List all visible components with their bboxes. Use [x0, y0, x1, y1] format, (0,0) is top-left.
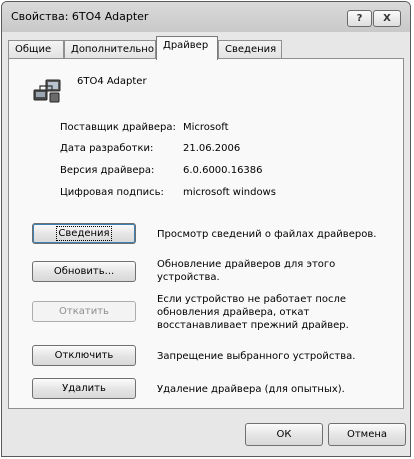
tab-strip: Общие Дополнительно Драйвер Сведения [8, 36, 404, 60]
tab-driver[interactable]: Драйвер [156, 36, 218, 60]
ok-button[interactable]: ОК [245, 423, 323, 446]
driver-version-label: Версия драйвера: [60, 165, 155, 176]
cancel-button[interactable]: Отмена [328, 423, 406, 446]
driver-provider-value: Microsoft [183, 122, 229, 133]
uninstall-driver-button[interactable]: Удалить [32, 378, 136, 399]
digital-signer-value: microsoft windows [183, 187, 276, 198]
driver-date-label: Дата разработки: [60, 143, 154, 154]
disable-device-button[interactable]: Отключить [32, 345, 136, 366]
device-name: 6TO4 Adapter [77, 76, 147, 87]
driver-provider-label: Поставщик драйвера: [60, 122, 176, 133]
roll-back-driver-desc: Если устройство не работает после обновл… [157, 294, 349, 331]
tab-advanced[interactable]: Дополнительно [64, 40, 156, 59]
disable-device-desc: Запрещение выбранного устройства. [157, 351, 356, 362]
driver-details-label: Сведения [56, 226, 112, 241]
tab-details[interactable]: Сведения [218, 40, 282, 59]
close-button[interactable]: X [373, 10, 401, 27]
uninstall-driver-desc: Удаление драйвера (для опытных). [157, 384, 345, 395]
properties-dialog: Свойства: 6TO4 Adapter ? X Общие Дополни… [1, 1, 411, 457]
driver-details-desc: Просмотр сведений о файлах драйверов. [157, 229, 377, 240]
update-driver-button[interactable]: Обновить... [32, 261, 136, 282]
driver-version-value: 6.0.6000.16386 [183, 165, 263, 176]
tab-general[interactable]: Общие [8, 40, 64, 59]
network-adapter-icon [33, 79, 61, 103]
driver-date-value: 21.06.2006 [183, 143, 241, 154]
roll-back-driver-button[interactable]: Откатить [32, 301, 136, 322]
title-bar[interactable]: Свойства: 6TO4 Adapter ? X [2, 2, 410, 32]
window-title: Свойства: 6TO4 Adapter [11, 10, 149, 23]
help-button[interactable]: ? [347, 10, 372, 27]
driver-details-button[interactable]: Сведения [32, 223, 136, 244]
digital-signer-label: Цифровая подпись: [60, 187, 164, 198]
update-driver-desc: Обновление драйверов для этого устройств… [157, 259, 336, 283]
